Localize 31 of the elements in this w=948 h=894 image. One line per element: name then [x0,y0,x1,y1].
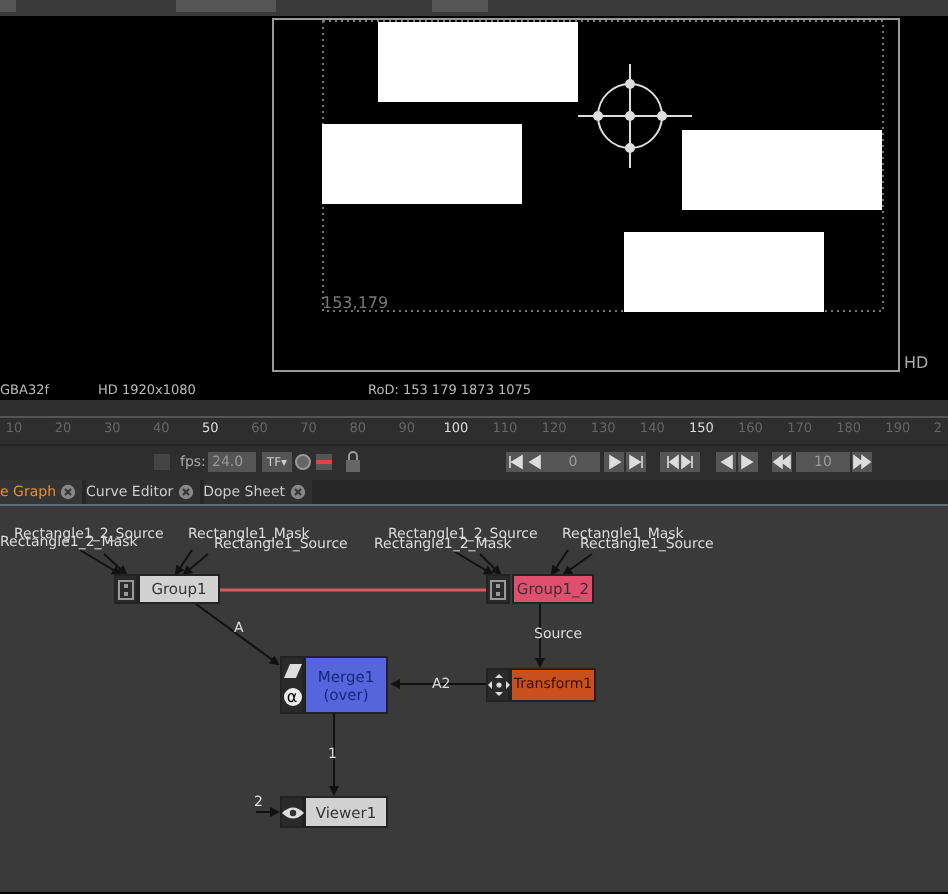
connection-arrow [390,679,487,689]
alpha-icon: α [283,688,301,707]
group-icon [118,579,134,599]
next-frame-icon[interactable] [604,452,624,472]
circle-icon[interactable] [294,452,312,472]
connection-arrow [255,807,280,817]
play-backward-icon[interactable] [716,452,736,472]
connection-arrow [329,713,339,796]
connection-arrow [195,603,280,666]
toolbar-field[interactable] [432,0,488,12]
close-icon[interactable] [60,484,77,500]
input-arrow [174,549,193,576]
last-frame-icon[interactable] [626,452,646,472]
close-icon[interactable] [289,484,305,500]
layers-icon [283,663,301,678]
first-frame-icon[interactable] [506,452,526,472]
format-label: HD [904,354,929,372]
lock-icon[interactable] [344,450,362,472]
transform-handle[interactable] [577,63,693,169]
toolbar-field[interactable] [0,0,16,12]
play-forward-icon[interactable] [738,452,758,472]
move-icon [487,674,509,696]
step-back-icon[interactable] [660,452,680,472]
rewind-icon[interactable] [772,452,792,472]
close-icon[interactable] [177,484,194,500]
fast-forward-icon[interactable] [852,452,872,472]
bounds-icon[interactable] [314,452,334,472]
input-arrow [182,553,209,576]
step-forward-icon[interactable] [680,452,700,472]
group-icon [490,579,506,599]
coordinate-label: 153,179 [322,294,389,312]
